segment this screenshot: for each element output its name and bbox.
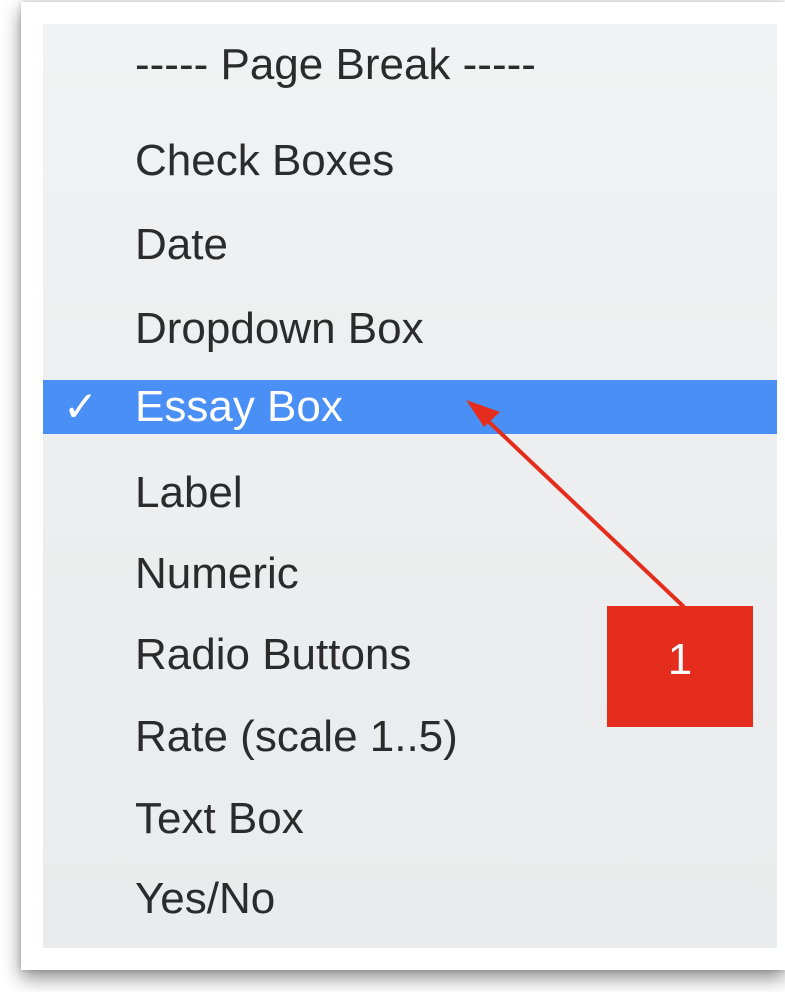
menu-item-label-field[interactable]: Label (43, 466, 777, 520)
field-type-menu: ----- Page Break ----- Check Boxes Date … (43, 24, 777, 948)
menu-item-text-box[interactable]: Text Box (43, 792, 777, 846)
menu-item-label: Numeric (135, 549, 299, 598)
menu-item-label: Label (135, 468, 243, 517)
menu-item-numeric[interactable]: Numeric (43, 547, 777, 601)
menu-item-label: ----- Page Break ----- (135, 40, 536, 89)
menu-item-yes-no[interactable]: Yes/No (43, 872, 777, 926)
menu-item-label: Check Boxes (135, 136, 395, 185)
checkmark-icon: ✓ (63, 383, 99, 430)
menu-item-label: Dropdown Box (135, 304, 424, 353)
annotation-badge: 1 (607, 606, 753, 727)
menu-item-page-break[interactable]: ----- Page Break ----- (43, 38, 777, 92)
menu-item-essay-box[interactable]: ✓ Essay Box (43, 380, 777, 434)
menu-item-label: Date (135, 220, 228, 269)
menu-item-label: Essay Box (135, 382, 343, 431)
menu-item-date[interactable]: Date (43, 218, 777, 272)
menu-item-label: Radio Buttons (135, 630, 412, 679)
menu-item-label: Text Box (135, 794, 304, 843)
menu-item-label: Rate (scale 1..5) (135, 712, 458, 761)
menu-item-check-boxes[interactable]: Check Boxes (43, 134, 777, 188)
menu-item-label: Yes/No (135, 874, 276, 923)
menu-item-dropdown-box[interactable]: Dropdown Box (43, 302, 777, 356)
